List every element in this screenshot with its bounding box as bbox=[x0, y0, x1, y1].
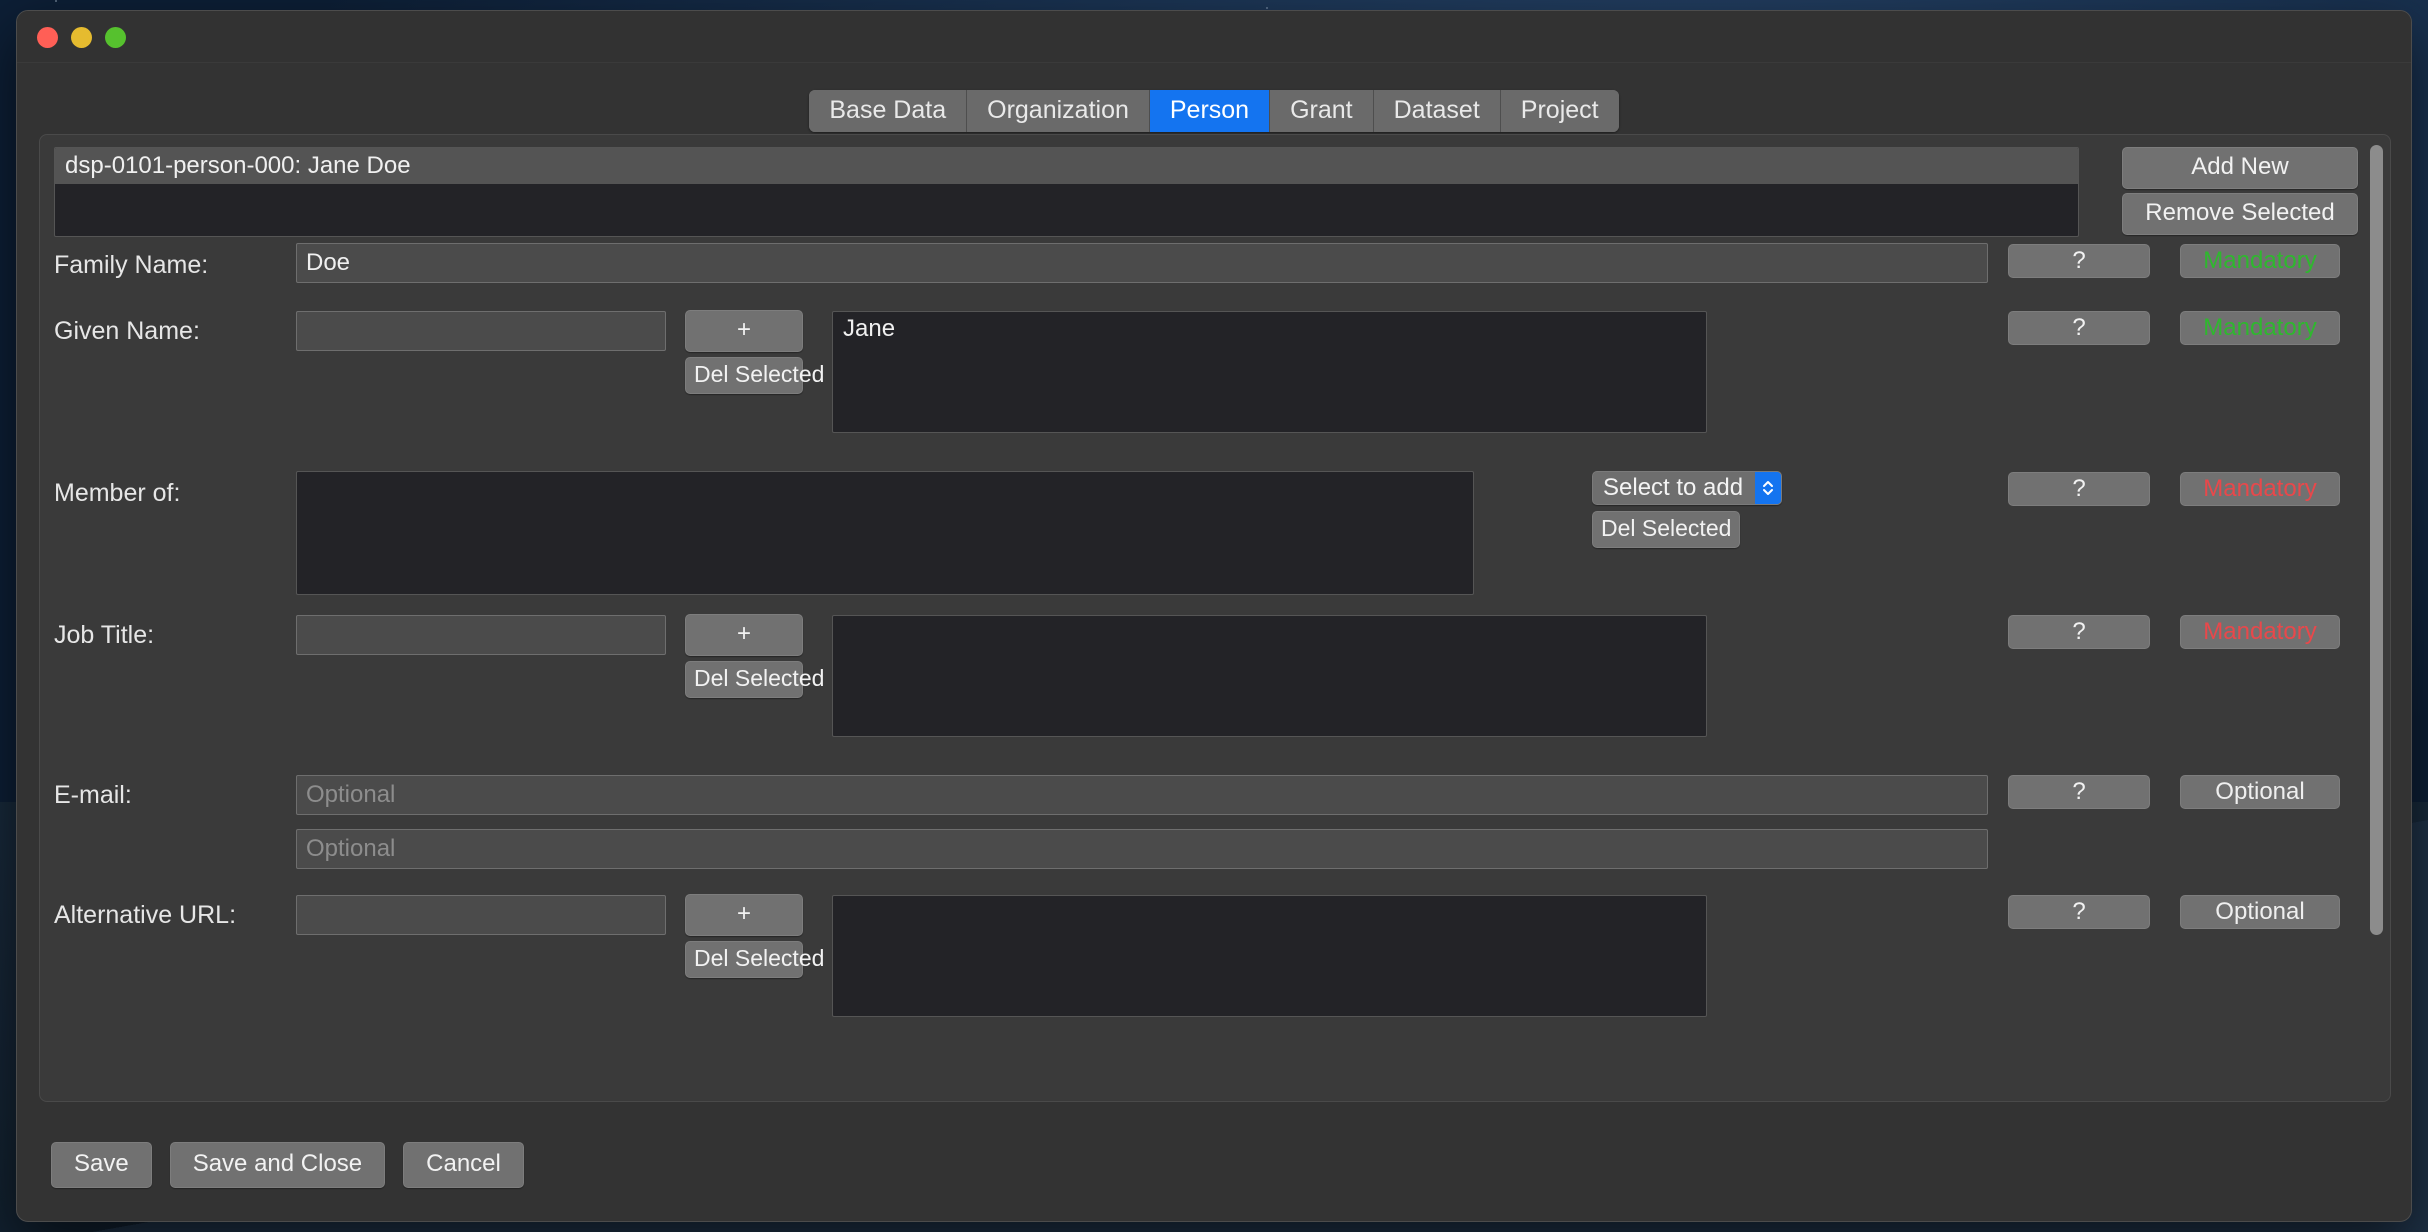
add-button-job-title[interactable]: + bbox=[685, 614, 803, 656]
email-input-secondary[interactable] bbox=[296, 829, 1988, 869]
entity-list[interactable]: dsp-0101-person-000: Jane Doe bbox=[54, 147, 2079, 237]
alternative-url-list[interactable] bbox=[832, 895, 1707, 1017]
panel-scrollbar-thumb[interactable] bbox=[2370, 145, 2383, 935]
field-row-given-name: Given Name: + Del Selected Jane ? Mandat… bbox=[40, 303, 2390, 425]
tab-person[interactable]: Person bbox=[1150, 90, 1270, 132]
field-label-alternative-url: Alternative URL: bbox=[54, 901, 236, 930]
field-label-family-name: Family Name: bbox=[54, 251, 208, 280]
tab-organization[interactable]: Organization bbox=[967, 90, 1150, 132]
add-new-button[interactable]: Add New bbox=[2122, 147, 2358, 189]
field-row-member-of: Member of: Select to add Del Selected ? … bbox=[40, 461, 2390, 601]
family-name-input[interactable] bbox=[296, 243, 1988, 283]
help-button-alternative-url[interactable]: ? bbox=[2008, 895, 2150, 929]
entity-list-actions: Add New Remove Selected bbox=[2122, 147, 2358, 235]
email-input-primary[interactable] bbox=[296, 775, 1988, 815]
alternative-url-add-actions: + Del Selected bbox=[685, 894, 803, 978]
tab-dataset[interactable]: Dataset bbox=[1374, 90, 1501, 132]
alternative-url-input[interactable] bbox=[296, 895, 666, 935]
save-button[interactable]: Save bbox=[51, 1142, 152, 1188]
minimize-button[interactable] bbox=[71, 27, 92, 48]
member-of-select-label: Select to add bbox=[1593, 474, 1755, 502]
chevron-updown-icon bbox=[1755, 472, 1781, 504]
field-row-job-title: Job Title: + Del Selected ? Mandatory bbox=[40, 607, 2390, 739]
close-button[interactable] bbox=[37, 27, 58, 48]
given-name-input[interactable] bbox=[296, 311, 666, 351]
field-row-alternative-url: Alternative URL: + Del Selected ? Option… bbox=[40, 887, 2390, 1019]
given-name-list[interactable]: Jane bbox=[832, 311, 1707, 433]
tab-group: Base Data Organization Person Grant Data… bbox=[809, 90, 1618, 132]
status-badge-job-title[interactable]: Mandatory bbox=[2180, 615, 2340, 649]
job-title-list[interactable] bbox=[832, 615, 1707, 737]
add-button-alternative-url[interactable]: + bbox=[685, 894, 803, 936]
del-selected-button-member-of[interactable]: Del Selected bbox=[1592, 511, 1740, 548]
del-selected-button-alternative-url[interactable]: Del Selected bbox=[685, 941, 803, 978]
traffic-lights bbox=[37, 27, 126, 48]
help-button-member-of[interactable]: ? bbox=[2008, 472, 2150, 506]
field-label-member-of: Member of: bbox=[54, 479, 180, 508]
entity-list-row: dsp-0101-person-000: Jane Doe Add New Re… bbox=[54, 147, 2376, 239]
add-button-given-name[interactable]: + bbox=[685, 310, 803, 352]
status-badge-email[interactable]: Optional bbox=[2180, 775, 2340, 809]
save-and-close-button[interactable]: Save and Close bbox=[170, 1142, 385, 1188]
status-badge-member-of[interactable]: Mandatory bbox=[2180, 472, 2340, 506]
cancel-button[interactable]: Cancel bbox=[403, 1142, 524, 1188]
tab-project[interactable]: Project bbox=[1501, 90, 1619, 132]
given-name-add-actions: + Del Selected bbox=[685, 310, 803, 394]
field-label-job-title: Job Title: bbox=[54, 621, 154, 650]
help-button-job-title[interactable]: ? bbox=[2008, 615, 2150, 649]
member-of-select[interactable]: Select to add bbox=[1592, 471, 1782, 505]
application-window: Base Data Organization Person Grant Data… bbox=[16, 10, 2412, 1222]
status-badge-alternative-url[interactable]: Optional bbox=[2180, 895, 2340, 929]
field-row-family-name: Family Name: ? Mandatory bbox=[40, 239, 2390, 307]
list-item[interactable]: Jane bbox=[833, 312, 1706, 346]
panel-scrollbar[interactable] bbox=[2367, 143, 2385, 1093]
tab-base-data[interactable]: Base Data bbox=[809, 90, 967, 132]
status-badge-family-name[interactable]: Mandatory bbox=[2180, 244, 2340, 278]
field-label-given-name: Given Name: bbox=[54, 317, 200, 346]
del-selected-button-job-title[interactable]: Del Selected bbox=[685, 661, 803, 698]
footer-actions: Save Save and Close Cancel bbox=[17, 1109, 2411, 1221]
list-item[interactable]: dsp-0101-person-000: Jane Doe bbox=[55, 148, 2078, 184]
job-title-add-actions: + Del Selected bbox=[685, 614, 803, 698]
member-of-list[interactable] bbox=[296, 471, 1474, 595]
window-titlebar bbox=[17, 11, 2411, 63]
remove-selected-button[interactable]: Remove Selected bbox=[2122, 193, 2358, 235]
help-button-family-name[interactable]: ? bbox=[2008, 244, 2150, 278]
field-row-email: E-mail: ? Optional bbox=[40, 767, 2390, 879]
tab-bar: Base Data Organization Person Grant Data… bbox=[17, 90, 2411, 132]
help-button-given-name[interactable]: ? bbox=[2008, 311, 2150, 345]
field-label-email: E-mail: bbox=[54, 781, 132, 810]
person-form-panel: dsp-0101-person-000: Jane Doe Add New Re… bbox=[39, 134, 2391, 1102]
job-title-input[interactable] bbox=[296, 615, 666, 655]
help-button-email[interactable]: ? bbox=[2008, 775, 2150, 809]
zoom-button[interactable] bbox=[105, 27, 126, 48]
del-selected-button-given-name[interactable]: Del Selected bbox=[685, 357, 803, 394]
tab-grant[interactable]: Grant bbox=[1270, 90, 1374, 132]
status-badge-given-name[interactable]: Mandatory bbox=[2180, 311, 2340, 345]
form-fields: Family Name: ? Mandatory Given Name: + D… bbox=[40, 239, 2390, 1101]
